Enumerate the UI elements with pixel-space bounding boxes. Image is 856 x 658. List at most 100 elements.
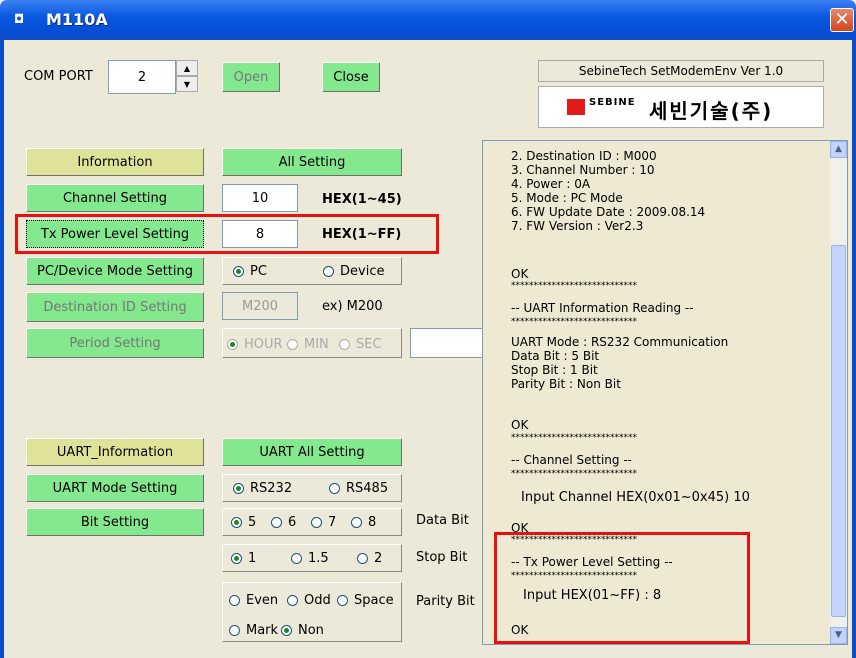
close-button[interactable]: Close xyxy=(322,62,380,92)
com-port-input[interactable]: 2 xyxy=(108,60,176,94)
title-bar[interactable]: ◘ M110A ✕ xyxy=(0,0,856,40)
radio-icon xyxy=(287,339,298,350)
data-bit-5-radio[interactable]: 5 xyxy=(231,515,256,530)
version-label: SebineTech SetModemEnv Ver 1.0 xyxy=(538,60,824,82)
device-radio[interactable]: Device xyxy=(323,264,384,279)
device-radio-label: Device xyxy=(340,264,385,279)
uart-all-setting-button[interactable]: UART All Setting xyxy=(222,438,402,466)
log-separator: **************************** xyxy=(511,433,637,443)
radio-selected-icon xyxy=(233,483,244,494)
radio-icon xyxy=(323,266,334,277)
pc-radio[interactable]: PC xyxy=(233,264,267,279)
parity-bit-group: Even Odd Space Mark Non xyxy=(222,582,402,642)
bit-setting-button[interactable]: Bit Setting xyxy=(26,508,204,536)
period-setting-button[interactable]: Period Setting xyxy=(26,328,204,358)
stop-bit-1-radio[interactable]: 1 xyxy=(231,551,256,566)
information-button[interactable]: Information xyxy=(26,148,204,176)
pc-radio-label: PC xyxy=(250,264,267,279)
destination-id-input[interactable]: M200 xyxy=(222,292,298,320)
radio-selected-icon xyxy=(231,553,242,564)
company-logo: SEBINE 세빈기술(주) xyxy=(538,86,824,128)
data-bit-7-label: 7 xyxy=(328,515,337,530)
radio-icon xyxy=(229,625,240,636)
uart-mode-setting-button[interactable]: UART Mode Setting xyxy=(26,474,204,502)
data-bit-6-radio[interactable]: 6 xyxy=(271,515,296,530)
stop-bit-15-radio[interactable]: 1.5 xyxy=(291,551,329,566)
parity-odd-radio[interactable]: Odd xyxy=(287,593,331,608)
all-setting-button[interactable]: All Setting xyxy=(222,148,402,176)
radio-icon xyxy=(339,339,350,350)
destination-id-hint: ex) M200 xyxy=(322,299,383,314)
radio-selected-icon xyxy=(231,517,242,528)
scroll-up-icon[interactable]: ▲ xyxy=(830,141,847,158)
channel-hint: HEX(1~45) xyxy=(322,192,402,207)
scroll-thumb[interactable] xyxy=(831,245,846,617)
sec-radio[interactable]: SEC xyxy=(339,337,382,352)
hour-radio[interactable]: HOUR xyxy=(227,337,283,352)
app-window: ◘ M110A ✕ COM PORT 2 ▲ ▼ Open Close Sebi… xyxy=(0,0,856,658)
com-port-spinner[interactable]: ▲ ▼ xyxy=(176,60,198,94)
radio-icon xyxy=(287,595,298,606)
radio-icon xyxy=(357,553,368,564)
destination-id-button[interactable]: Destination ID Setting xyxy=(26,292,204,322)
min-label: MIN xyxy=(304,337,329,352)
uart-info-text: UART Mode : RS232 Communication Data Bit… xyxy=(511,335,729,391)
rs232-radio[interactable]: RS232 xyxy=(233,481,292,496)
channel-input[interactable]: 10 xyxy=(222,184,298,212)
parity-mark-radio[interactable]: Mark xyxy=(229,623,278,638)
radio-icon xyxy=(351,517,362,528)
spin-up-icon[interactable]: ▲ xyxy=(176,60,198,76)
parity-odd-label: Odd xyxy=(304,593,331,608)
parity-non-label: Non xyxy=(298,623,324,638)
device-info-text: 2. Destination ID : M000 3. Channel Numb… xyxy=(511,149,706,233)
log-separator: **************************** xyxy=(511,469,637,479)
log-scrollbar[interactable]: ▲ ▼ xyxy=(830,141,847,644)
parity-space-label: Space xyxy=(354,593,394,608)
channel-setting-button[interactable]: Channel Setting xyxy=(26,184,204,212)
rs485-radio[interactable]: RS485 xyxy=(329,481,388,496)
pc-device-mode-button[interactable]: PC/Device Mode Setting xyxy=(26,257,204,285)
rs232-label: RS232 xyxy=(250,481,293,496)
period-group: HOUR MIN SEC xyxy=(222,328,402,358)
window-title: M110A xyxy=(46,10,108,29)
radio-icon xyxy=(329,483,340,494)
radio-icon xyxy=(291,553,302,564)
data-bit-8-radio[interactable]: 8 xyxy=(351,515,376,530)
data-bit-7-radio[interactable]: 7 xyxy=(311,515,336,530)
data-bit-label: Data Bit xyxy=(416,513,469,528)
log-separator: **************************** xyxy=(511,281,637,291)
parity-even-radio[interactable]: Even xyxy=(229,593,278,608)
stop-bit-15-label: 1.5 xyxy=(308,551,329,566)
uart-info-heading: -- UART Information Reading -- xyxy=(511,301,694,315)
radio-icon xyxy=(311,517,322,528)
stop-bit-group: 1 1.5 2 xyxy=(222,544,402,572)
parity-space-radio[interactable]: Space xyxy=(337,593,394,608)
uart-information-button[interactable]: UART_Information xyxy=(26,438,204,466)
radio-selected-icon xyxy=(233,266,244,277)
radio-selected-icon xyxy=(281,625,292,636)
radio-selected-icon xyxy=(227,339,238,350)
uart-mode-group: RS232 RS485 xyxy=(222,474,402,502)
window-border-left xyxy=(0,40,4,658)
close-window-button[interactable]: ✕ xyxy=(830,8,854,32)
stop-bit-2-radio[interactable]: 2 xyxy=(357,551,382,566)
open-button[interactable]: Open xyxy=(222,62,280,92)
rs485-label: RS485 xyxy=(346,481,389,496)
period-input[interactable] xyxy=(410,328,484,358)
spin-down-icon[interactable]: ▼ xyxy=(176,76,198,92)
min-radio[interactable]: MIN xyxy=(287,337,329,352)
stop-bit-1-label: 1 xyxy=(248,551,257,566)
channel-setting-heading: -- Channel Setting -- xyxy=(511,453,632,467)
parity-non-radio[interactable]: Non xyxy=(281,623,324,638)
hour-label: HOUR xyxy=(244,337,283,352)
data-bit-5-label: 5 xyxy=(248,515,257,530)
pc-device-group: PC Device xyxy=(222,257,402,285)
scroll-down-icon[interactable]: ▼ xyxy=(830,627,847,644)
log-ok: OK xyxy=(511,418,529,432)
sec-label: SEC xyxy=(356,337,382,352)
window-border-right xyxy=(852,40,856,658)
radio-icon xyxy=(271,517,282,528)
stop-bit-2-label: 2 xyxy=(374,551,383,566)
radio-icon xyxy=(337,595,348,606)
brand-panel: SebineTech SetModemEnv Ver 1.0 SEBINE 세빈… xyxy=(538,60,824,130)
